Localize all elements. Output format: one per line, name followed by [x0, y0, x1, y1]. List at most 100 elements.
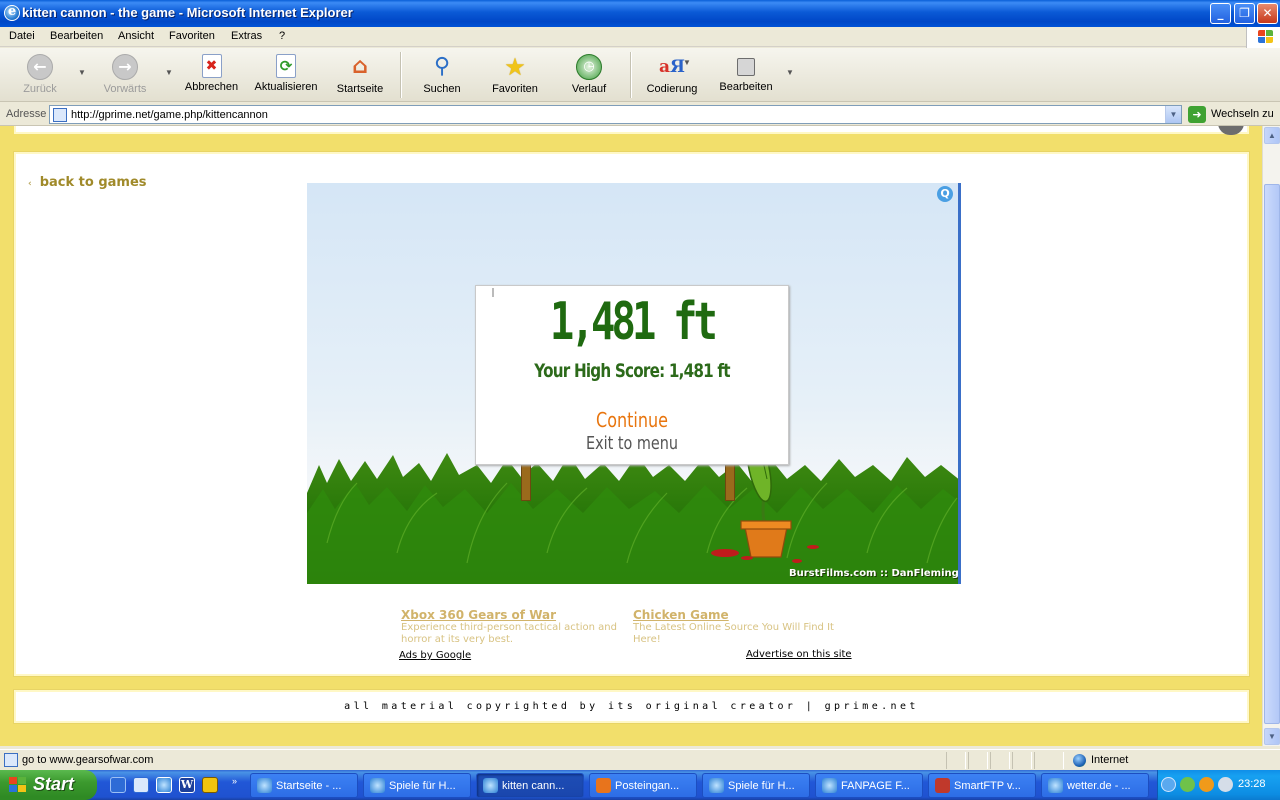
toolbar: ← Zurück ▼ → Vorwärts ▼ ✖ Abbrechen ⟳ Ak…	[0, 48, 1280, 102]
forward-label: Vorwärts	[103, 83, 147, 95]
exit-to-menu-button[interactable]: Exit to menu	[507, 433, 757, 454]
outlook-icon[interactable]	[133, 777, 149, 793]
task-label: Posteingan...	[615, 780, 680, 792]
ad-desc-gears: Experience third-person tactical action …	[401, 622, 617, 645]
task-label: kitten cann...	[502, 780, 565, 792]
minimize-button[interactable]: _	[1210, 3, 1231, 24]
task-spiele-1[interactable]: Spiele für H...	[363, 773, 471, 798]
ie-icon	[709, 778, 724, 793]
continue-button[interactable]: Continue	[507, 408, 757, 432]
task-label: Spiele für H...	[389, 780, 456, 792]
back-dropdown-icon[interactable]: ▼	[78, 68, 86, 77]
encoding-button[interactable]: aЯ Codierung	[643, 52, 701, 95]
score-value: 1,481 ft	[549, 292, 718, 352]
address-bar: Adresse http://gprime.net/game.php/kitte…	[0, 103, 1280, 126]
footer-copyright: all material copyrighted by its original…	[344, 701, 919, 712]
maximize-button[interactable]: ❐	[1234, 3, 1255, 24]
task-kitten-cannon[interactable]: kitten cann...	[476, 773, 584, 798]
word-icon[interactable]: W	[179, 777, 195, 793]
quality-icon[interactable]: Q	[937, 186, 953, 202]
status-cell	[968, 752, 988, 769]
ad-title-chicken[interactable]: Chicken Game	[633, 608, 729, 622]
task-posteingang[interactable]: Posteingan...	[589, 773, 697, 798]
ads-by-google-link[interactable]: Ads by Google	[399, 650, 471, 661]
app-quicklaunch-icon[interactable]	[202, 777, 218, 793]
edit-label: Bearbeiten	[719, 81, 773, 93]
score-sign: 1,481 ft Your High Score: 1,481 ft Conti…	[475, 285, 789, 465]
address-url[interactable]: http://gprime.net/game.php/kittencannon	[71, 109, 268, 121]
go-button[interactable]: ➜ Wechseln zu	[1188, 105, 1278, 124]
advertise-link[interactable]: Advertise on this site	[746, 649, 852, 660]
taskbar: Start W » Startseite - ... Spiele für H.…	[0, 770, 1280, 800]
forward-button[interactable]: → Vorwärts	[100, 52, 150, 95]
task-wetter[interactable]: wetter.de - ...	[1041, 773, 1149, 798]
task-spiele-2[interactable]: Spiele für H...	[702, 773, 810, 798]
search-button[interactable]: ⚲ Suchen	[419, 52, 465, 95]
menu-favoriten[interactable]: Favoriten	[169, 30, 215, 42]
menu-bar: Datei Bearbeiten Ansicht Favoriten Extra…	[0, 27, 1280, 47]
game-canvas[interactable]: 1,481 ft Your High Score: 1,481 ft Conti…	[307, 183, 961, 584]
task-fanpage[interactable]: FANPAGE F...	[815, 773, 923, 798]
status-cell	[990, 752, 1010, 769]
back-to-games-link[interactable]: ‹ back to games	[28, 175, 147, 190]
favorites-button[interactable]: ★ Favoriten	[488, 52, 542, 95]
scroll-down-icon[interactable]: ▼	[1264, 728, 1280, 745]
ie-quicklaunch-icon[interactable]	[156, 777, 172, 793]
game-credit: BurstFilms.com :: DanFleming.net	[789, 568, 959, 579]
ie-icon	[822, 778, 837, 793]
address-dropdown-icon[interactable]: ▼	[1165, 106, 1181, 123]
title-bar[interactable]: kitten cannon - the game - Microsoft Int…	[0, 0, 1280, 27]
history-button[interactable]: ◷ Verlauf	[568, 52, 610, 95]
edit-button[interactable]: Bearbeiten	[716, 52, 776, 93]
ad-title-gears[interactable]: Xbox 360 Gears of War	[401, 608, 556, 622]
refresh-icon: ⟳	[276, 54, 296, 78]
forward-dropdown-icon[interactable]: ▼	[165, 68, 173, 77]
task-smartftp[interactable]: SmartFTP v...	[928, 773, 1036, 798]
encoding-icon: aЯ	[659, 57, 686, 77]
high-score: Your High Score: 1,481 ft	[534, 360, 730, 382]
start-button[interactable]: Start	[0, 770, 97, 800]
network-icon[interactable]	[1218, 777, 1233, 792]
home-button[interactable]: ⌂ Startseite	[334, 52, 386, 95]
address-input[interactable]: http://gprime.net/game.php/kittencannon …	[49, 105, 1182, 124]
encoding-dropdown-icon[interactable]: ▼	[683, 58, 691, 67]
show-desktop-icon[interactable]	[110, 777, 126, 793]
back-link-label: back to games	[39, 175, 147, 190]
menu-bearbeiten[interactable]: Bearbeiten	[50, 30, 103, 42]
task-label: Spiele für H...	[728, 780, 795, 792]
tray-expand-icon[interactable]	[1161, 777, 1176, 792]
security-zone: Internet	[1091, 754, 1129, 766]
back-arrow-icon: ←	[27, 54, 53, 80]
menu-datei[interactable]: Datei	[9, 30, 35, 42]
menu-help[interactable]: ?	[279, 30, 285, 42]
page-viewport: ‹ back to games 1,481 ft Your High Score…	[0, 126, 1262, 746]
status-cell	[1034, 752, 1064, 769]
edit-icon	[737, 58, 755, 76]
quicklaunch-expand-icon[interactable]: »	[232, 776, 237, 786]
scroll-thumb[interactable]	[1264, 184, 1280, 724]
footer: all material copyrighted by its original…	[13, 689, 1250, 724]
clock[interactable]: 23:28	[1238, 778, 1266, 790]
close-button[interactable]: ✕	[1257, 3, 1278, 24]
scroll-up-icon[interactable]: ▲	[1264, 127, 1280, 144]
content-box: ‹ back to games 1,481 ft Your High Score…	[13, 151, 1250, 677]
menu-extras[interactable]: Extras	[231, 30, 262, 42]
windows-flag-icon	[9, 777, 27, 793]
back-button[interactable]: ← Zurück	[20, 52, 60, 95]
status-cell	[946, 752, 966, 769]
messenger-icon[interactable]	[1180, 777, 1195, 792]
status-cell	[1012, 752, 1032, 769]
status-text: go to www.gearsofwar.com	[22, 754, 154, 766]
task-startseite[interactable]: Startseite - ...	[250, 773, 358, 798]
ie-icon	[1048, 778, 1063, 793]
vertical-scrollbar[interactable]: ▲ ▼	[1262, 126, 1280, 746]
smartftp-icon	[935, 778, 950, 793]
ie-window: kitten cannon - the game - Microsoft Int…	[0, 0, 1280, 800]
refresh-button[interactable]: ⟳ Aktualisieren	[254, 52, 318, 93]
stop-button[interactable]: ✖ Abbrechen	[183, 52, 240, 93]
tray-app-icon[interactable]	[1199, 777, 1214, 792]
menu-ansicht[interactable]: Ansicht	[118, 30, 154, 42]
edit-dropdown-icon[interactable]: ▼	[786, 68, 794, 77]
internet-globe-icon	[1073, 754, 1086, 767]
search-icon: ⚲	[433, 54, 451, 79]
